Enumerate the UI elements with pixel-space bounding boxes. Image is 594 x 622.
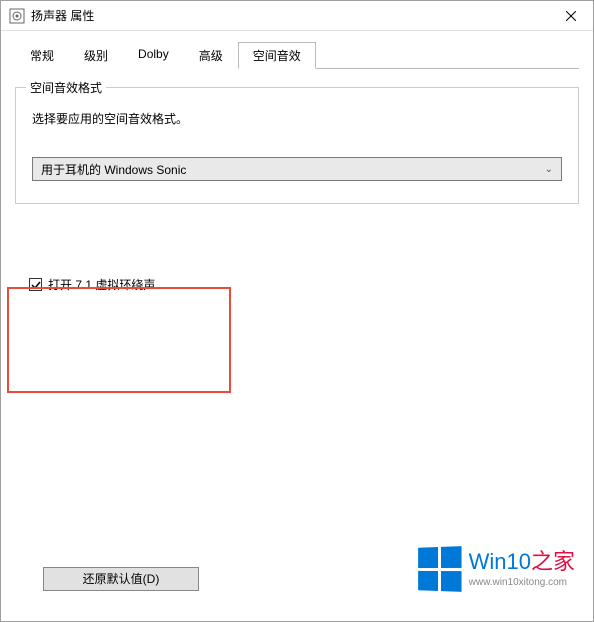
watermark-url: www.win10xitong.com <box>469 577 575 588</box>
speaker-icon <box>9 8 25 24</box>
titlebar: 扬声器 属性 <box>1 1 593 31</box>
properties-window: 扬声器 属性 常规 级别 Dolby 高级 空间音效 空间音效格式 选择要应用的… <box>0 0 594 622</box>
close-button[interactable] <box>548 1 593 31</box>
tab-advanced[interactable]: 高级 <box>184 42 238 69</box>
tab-levels[interactable]: 级别 <box>69 42 123 69</box>
virtual-surround-checkbox[interactable] <box>29 278 42 291</box>
watermark-brand: Win10之家 <box>469 550 575 574</box>
close-icon <box>566 11 576 21</box>
watermark-text: Win10之家 www.win10xitong.com <box>469 550 575 587</box>
spatial-format-group: 空间音效格式 选择要应用的空间音效格式。 用于耳机的 Windows Sonic… <box>15 87 579 204</box>
virtual-surround-row: 打开 7.1 虚拟环绕声 <box>29 276 579 293</box>
chevron-down-icon: ⌄ <box>545 164 553 175</box>
tab-dolby[interactable]: Dolby <box>123 42 184 69</box>
windows-logo-icon <box>418 546 461 592</box>
annotation-highlight <box>7 287 231 393</box>
virtual-surround-label: 打开 7.1 虚拟环绕声 <box>48 276 155 293</box>
groupbox-title: 空间音效格式 <box>26 79 106 96</box>
restore-defaults-button[interactable]: 还原默认值(D) <box>43 567 199 591</box>
tab-spatial-sound[interactable]: 空间音效 <box>238 42 316 69</box>
spatial-format-dropdown[interactable]: 用于耳机的 Windows Sonic ⌄ <box>32 157 562 181</box>
groupbox-description: 选择要应用的空间音效格式。 <box>32 110 562 127</box>
content-area: 常规 级别 Dolby 高级 空间音效 空间音效格式 选择要应用的空间音效格式。… <box>1 31 593 621</box>
watermark: Win10之家 www.win10xitong.com <box>417 547 575 591</box>
tab-strip: 常规 级别 Dolby 高级 空间音效 <box>15 41 579 69</box>
window-title: 扬声器 属性 <box>31 7 94 24</box>
tab-general[interactable]: 常规 <box>15 42 69 69</box>
checkmark-icon <box>31 280 41 290</box>
dropdown-selected-value: 用于耳机的 Windows Sonic <box>41 161 186 178</box>
